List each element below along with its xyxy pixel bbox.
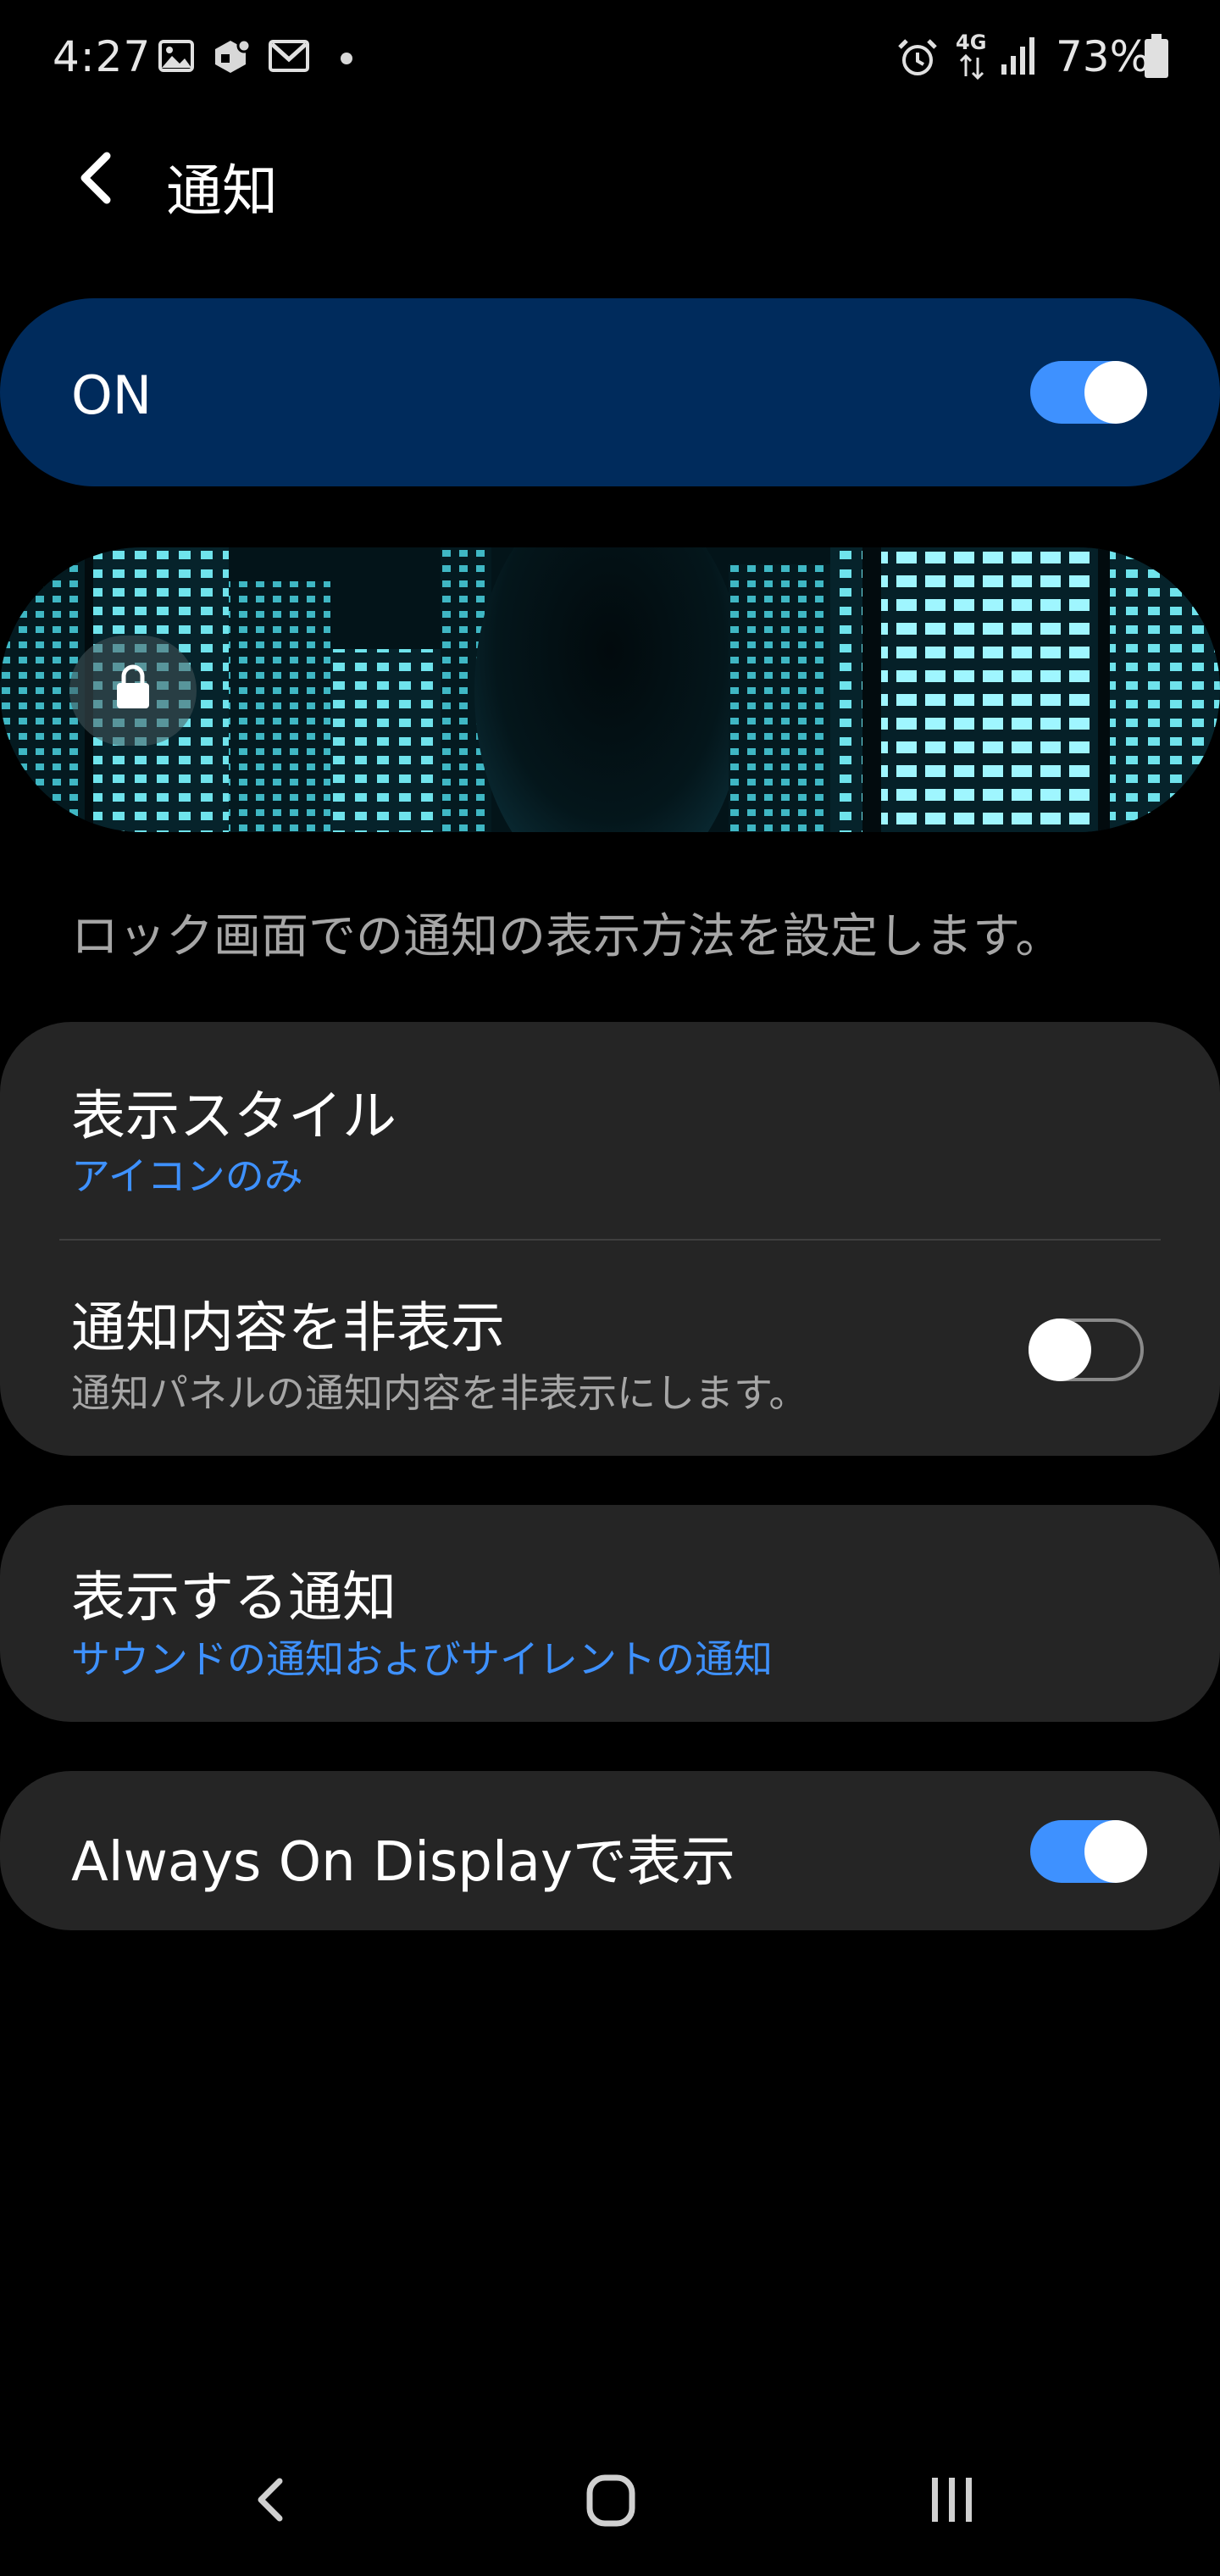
gallery-icon [158, 40, 194, 72]
alarm-icon [898, 39, 937, 75]
network-type-label: 4G [956, 31, 987, 54]
toggle-knob [1029, 1319, 1091, 1381]
display-style-row[interactable]: 表示スタイル アイコンのみ [0, 1022, 1220, 1241]
back-arrow-icon [80, 152, 111, 204]
notifications-to-show-title: 表示する通知 [71, 1567, 396, 1629]
battery-percent: 73% [1056, 32, 1151, 81]
toggle-knob [1084, 1820, 1147, 1883]
display-style-title: 表示スタイル [71, 1085, 396, 1148]
hide-content-toggle[interactable] [1029, 1319, 1144, 1381]
nav-recents-icon [932, 2478, 972, 2522]
signal-icon [1001, 37, 1034, 75]
gmail-icon [269, 40, 309, 72]
battery-icon [1145, 34, 1168, 78]
master-switch-label: ON [71, 364, 152, 426]
nav-home-icon [586, 2474, 635, 2527]
master-switch-row[interactable]: ON [0, 298, 1220, 486]
back-button[interactable] [64, 144, 132, 212]
hide-content-title: 通知内容を非表示 [71, 1297, 505, 1360]
status-time: 4:27 [53, 32, 152, 81]
status-bar: 4:27 4G 73% [0, 0, 1220, 119]
always-on-display-title: Always On Displayで表示 [71, 1831, 735, 1894]
lock-screen-description: ロック画面での通知の表示方法を設定します。 [71, 909, 1063, 964]
notification-style-card: 表示スタイル アイコンのみ 通知内容を非表示 通知パネルの通知内容を非表示にしま… [0, 1022, 1220, 1456]
lock-icon [117, 664, 149, 708]
lock-badge [69, 636, 197, 746]
app-notification-icon [215, 38, 252, 73]
nav-back-icon [258, 2478, 283, 2522]
always-on-display-row[interactable]: Always On Displayで表示 [0, 1771, 1220, 1930]
toggle-knob [1084, 361, 1147, 424]
always-on-display-toggle[interactable] [1030, 1820, 1147, 1883]
master-switch-toggle[interactable] [1030, 361, 1147, 424]
hide-content-summary: 通知パネルの通知内容を非表示にします。 [71, 1370, 808, 1416]
notifications-to-show-value: サウンドの通知およびサイレントの通知 [71, 1636, 773, 1682]
hide-content-row[interactable]: 通知内容を非表示 通知パネルの通知内容を非表示にします。 [0, 1241, 1220, 1456]
more-dot-icon [341, 53, 352, 64]
network-4g-icon: 4G [952, 31, 993, 81]
notifications-to-show-row[interactable]: 表示する通知 サウンドの通知およびサイレントの通知 [0, 1505, 1220, 1722]
page-title: 通知 [166, 158, 278, 224]
nav-back-button[interactable] [229, 2457, 313, 2542]
nav-home-button[interactable] [568, 2457, 652, 2542]
nav-recents-button[interactable] [910, 2457, 995, 2542]
display-style-value: アイコンのみ [71, 1153, 303, 1199]
